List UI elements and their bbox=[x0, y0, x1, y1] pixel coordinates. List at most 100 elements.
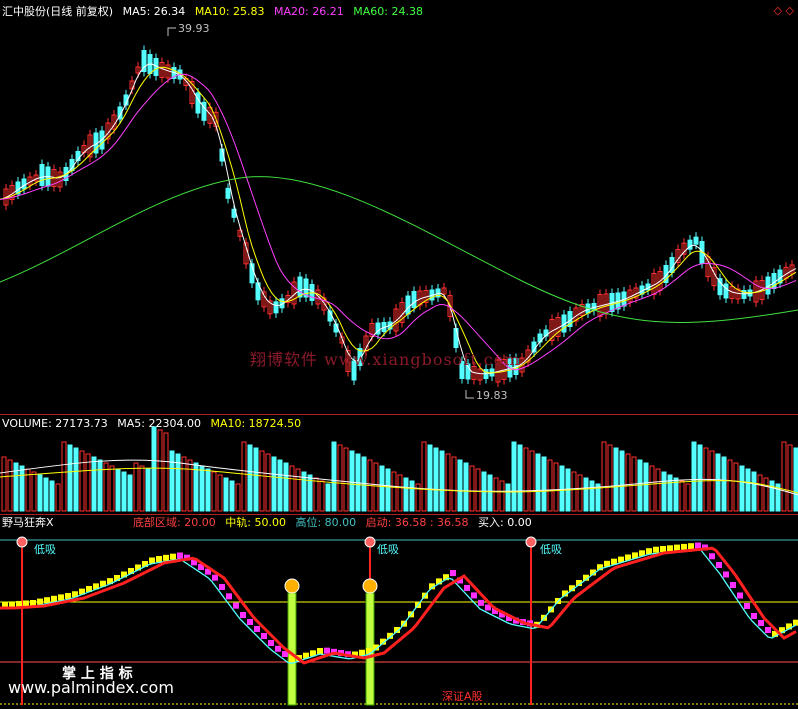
volume-bar bbox=[643, 462, 649, 512]
price-panel[interactable]: 汇中股份(日线 前复权) MA5: 26.34 MA10: 25.83 MA20… bbox=[0, 0, 798, 414]
high-marker bbox=[167, 27, 176, 36]
indicator-line-fast bbox=[0, 548, 797, 664]
volume-bar bbox=[787, 444, 793, 512]
indicator-block bbox=[751, 613, 757, 619]
indicator-block bbox=[65, 593, 71, 599]
volume-bar bbox=[247, 444, 253, 512]
volume-bar bbox=[385, 468, 391, 512]
indicator-block bbox=[464, 584, 470, 591]
volume-bar bbox=[433, 447, 439, 512]
candle bbox=[195, 92, 201, 114]
volume-bar bbox=[217, 474, 223, 512]
volume-bar bbox=[601, 441, 607, 512]
volume-bar bbox=[151, 426, 157, 512]
volume-bar bbox=[529, 450, 535, 512]
indicator-block bbox=[667, 545, 673, 552]
volume-bar bbox=[403, 477, 409, 512]
volume-bar bbox=[781, 441, 787, 512]
indicator-block bbox=[471, 592, 477, 599]
indicator-block bbox=[37, 598, 43, 605]
volume-bar bbox=[319, 480, 325, 512]
volume-bar bbox=[763, 477, 769, 512]
volume-bar bbox=[697, 444, 703, 512]
high-price-label: 39.93 bbox=[178, 22, 210, 35]
volume-bar bbox=[739, 465, 745, 512]
volume-bar bbox=[295, 468, 301, 512]
indicator-block bbox=[758, 620, 764, 626]
volume-bar bbox=[373, 462, 379, 512]
volume-bar bbox=[313, 477, 319, 512]
volume-bar bbox=[625, 453, 631, 512]
volume-bar bbox=[427, 444, 433, 512]
indicator-block bbox=[716, 562, 722, 568]
indicator-block bbox=[709, 553, 715, 560]
candle bbox=[297, 276, 303, 298]
volume-bar bbox=[571, 471, 577, 512]
indicator-block bbox=[219, 584, 225, 590]
volume-bar bbox=[655, 468, 661, 512]
volume-bar bbox=[517, 444, 523, 512]
volume-bar bbox=[391, 471, 397, 512]
volume-bar bbox=[499, 480, 505, 512]
volume-bar bbox=[607, 444, 613, 512]
volume-panel[interactable]: VOLUME: 27173.73 MA5: 22304.00 MA10: 187… bbox=[0, 415, 798, 515]
volume-bar bbox=[751, 471, 757, 512]
candle bbox=[39, 164, 45, 186]
volume-bar bbox=[553, 462, 559, 512]
indicator-block bbox=[450, 570, 456, 576]
volume-bar bbox=[613, 447, 619, 512]
indicator-block bbox=[44, 597, 50, 604]
indicator-block bbox=[149, 557, 155, 564]
volume-bar bbox=[547, 459, 553, 512]
volume-bar bbox=[577, 474, 583, 512]
volume-bar bbox=[757, 474, 763, 512]
volume-bar bbox=[1, 456, 7, 512]
volume-bar bbox=[661, 471, 667, 512]
candle bbox=[21, 178, 27, 190]
volume-bar bbox=[43, 477, 49, 512]
indicator-block bbox=[737, 592, 743, 599]
volume-bar bbox=[727, 459, 733, 512]
candle bbox=[411, 291, 417, 308]
volume-bar bbox=[163, 432, 169, 512]
indicator-block bbox=[765, 627, 771, 633]
volume-bar bbox=[559, 465, 565, 512]
volume-bar bbox=[133, 462, 139, 512]
volume-bar bbox=[115, 468, 121, 512]
volume-bar bbox=[469, 465, 475, 512]
indicator-block bbox=[723, 571, 729, 578]
indicator-block bbox=[177, 552, 183, 559]
indicator-block bbox=[156, 556, 162, 562]
volume-bar bbox=[325, 483, 331, 512]
volume-bar bbox=[463, 462, 469, 512]
volume-bar bbox=[685, 483, 691, 512]
signal-dot-1 bbox=[364, 536, 376, 548]
volume-bar bbox=[289, 465, 295, 512]
volume-bar bbox=[169, 450, 175, 512]
volume-bar bbox=[691, 441, 697, 512]
candle bbox=[723, 283, 729, 299]
volume-bar bbox=[223, 477, 229, 512]
indicator-block bbox=[240, 612, 246, 618]
volume-chart bbox=[0, 426, 798, 512]
volume-bar bbox=[37, 474, 43, 512]
indicator-panel[interactable]: 野马狂奔X 底部区域: 20.00 中轨: 50.00 高位: 80.00 启动… bbox=[0, 515, 798, 709]
volume-bar bbox=[145, 468, 151, 512]
indicator-block bbox=[268, 640, 274, 646]
volume-bar bbox=[349, 450, 355, 512]
indicator-block bbox=[51, 595, 57, 602]
volume-bar bbox=[199, 465, 205, 512]
volume-bar bbox=[619, 450, 625, 512]
buy-bar-0 bbox=[287, 592, 297, 706]
volume-bar bbox=[397, 474, 403, 512]
watermark: 翔博软件 www.xiangbosoft.com bbox=[250, 350, 521, 369]
volume-bar bbox=[211, 471, 217, 512]
low-marker bbox=[465, 390, 474, 399]
volume-bar bbox=[343, 447, 349, 512]
volume-bar bbox=[187, 459, 193, 512]
volume-bar bbox=[445, 453, 451, 512]
volume-bar bbox=[19, 465, 25, 512]
volume-bar bbox=[745, 468, 751, 512]
volume-bar bbox=[733, 462, 739, 512]
volume-bar bbox=[535, 453, 541, 512]
